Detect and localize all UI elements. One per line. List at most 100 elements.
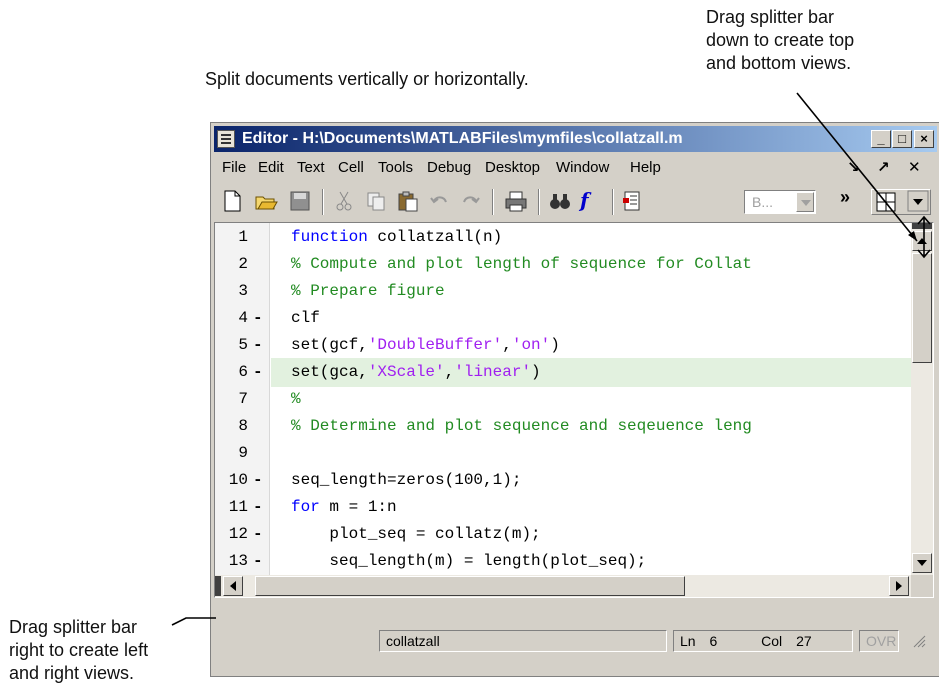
code-line[interactable]: 9 xyxy=(215,439,911,468)
code-token: , xyxy=(444,363,455,381)
callout-line: and bottom views. xyxy=(706,53,852,73)
code-line-text[interactable]: % xyxy=(271,385,911,414)
code-line-text[interactable]: % Determine and plot sequence and seqeue… xyxy=(271,412,911,441)
menu-window[interactable]: Window xyxy=(556,159,609,176)
breakpoint-marker[interactable]: - xyxy=(253,471,263,489)
breakpoint-marker[interactable]: - xyxy=(253,498,263,516)
maximize-button[interactable]: □ xyxy=(892,130,912,148)
close-button[interactable]: × xyxy=(914,130,934,148)
scroll-right-icon[interactable] xyxy=(889,576,909,596)
code-editor[interactable]: 1 function collatzall(n) 2 % Compute and pl… xyxy=(214,222,934,598)
open-folder-icon[interactable] xyxy=(254,189,278,213)
vertical-scrollbar[interactable] xyxy=(911,223,933,575)
string-token: 'XScale' xyxy=(367,363,445,381)
toolbar-overflow-icon[interactable]: » xyxy=(840,187,850,208)
menu-desktop[interactable]: Desktop xyxy=(485,159,540,176)
code-line-text[interactable]: function collatzall(n) xyxy=(271,223,911,252)
horizontal-splitter-bar[interactable] xyxy=(912,223,932,229)
resize-grip-icon[interactable] xyxy=(912,634,926,648)
breakpoint-marker[interactable]: - xyxy=(253,363,263,381)
line-number: 9 xyxy=(238,444,248,462)
breakpoint-marker[interactable]: - xyxy=(253,525,263,543)
save-icon[interactable] xyxy=(288,189,312,213)
code-line[interactable]: 1 function collatzall(n) xyxy=(215,223,911,252)
callout-drag-splitter-right: Drag splitter bar right to create left a… xyxy=(9,616,148,685)
code-line[interactable]: 13- seq_length(m) = length(plot_seq); xyxy=(215,547,911,576)
code-token: seq_length=zeros(100,1); xyxy=(291,471,522,489)
code-line-text[interactable] xyxy=(271,439,911,468)
status-position: Ln 6 Col 27 xyxy=(673,630,853,652)
undo-icon[interactable] xyxy=(428,189,452,213)
copy-icon[interactable] xyxy=(364,189,388,213)
code-line[interactable]: 10- seq_length=zeros(100,1); xyxy=(215,466,911,495)
code-line-text[interactable]: clf xyxy=(271,304,911,333)
horizontal-scrollbar[interactable] xyxy=(215,575,911,597)
breakpoint-marker[interactable]: - xyxy=(253,309,263,327)
keyword-token: for xyxy=(291,498,320,516)
vertical-splitter-bar[interactable] xyxy=(215,576,221,596)
breakpoint-marker[interactable]: - xyxy=(253,552,263,570)
callout-line: Drag splitter bar xyxy=(706,7,835,27)
new-file-icon[interactable] xyxy=(220,189,244,213)
code-line-text[interactable]: for m = 1:n xyxy=(271,493,911,522)
code-line-text[interactable]: set(gca,'XScale','linear') xyxy=(271,358,911,387)
string-token: 'DoubleBuffer' xyxy=(367,336,503,354)
paste-icon[interactable] xyxy=(396,189,420,213)
scroll-up-icon[interactable] xyxy=(912,231,932,251)
menu-debug[interactable]: Debug xyxy=(427,159,471,176)
code-line-text[interactable]: % Compute and plot length of sequence fo… xyxy=(271,250,911,279)
menu-text[interactable]: Text xyxy=(297,159,325,176)
code-line[interactable]: 11- for m = 1:n xyxy=(215,493,911,522)
chevron-down-icon[interactable] xyxy=(796,192,814,212)
code-line-text[interactable]: % Prepare figure xyxy=(271,277,911,306)
split-screen-button[interactable] xyxy=(871,189,931,215)
print-icon[interactable] xyxy=(504,189,528,213)
horizontal-scroll-thumb[interactable] xyxy=(255,576,685,596)
code-line[interactable]: 8 % Determine and plot sequence and seqeu… xyxy=(215,412,911,441)
stack-icon[interactable] xyxy=(620,189,644,213)
line-number: 2 xyxy=(238,255,248,273)
breakpoint-marker[interactable]: - xyxy=(253,336,263,354)
find-icon[interactable] xyxy=(548,189,572,213)
code-line[interactable]: 7% xyxy=(215,385,911,414)
code-line-text[interactable]: seq_length=zeros(100,1); xyxy=(271,466,911,495)
code-token: ) xyxy=(550,336,560,354)
line-number: 12 xyxy=(228,525,248,543)
stack-select-value: B... xyxy=(752,194,774,210)
code-line[interactable]: 2 % Compute and plot length of sequence f… xyxy=(215,250,911,279)
code-line-text[interactable]: set(gcf,'DoubleBuffer','on') xyxy=(271,331,911,360)
menu-edit[interactable]: Edit xyxy=(258,159,284,176)
cut-icon[interactable] xyxy=(332,189,356,213)
code-line[interactable]: 3 % Prepare figure xyxy=(215,277,911,306)
code-line[interactable]: 12- plot_seq = collatz(m); xyxy=(215,520,911,549)
function-icon[interactable]: f xyxy=(580,189,604,213)
code-line[interactable]: 6- set(gca,'XScale','linear') xyxy=(215,358,911,387)
scroll-down-icon[interactable] xyxy=(912,553,932,573)
code-line-text[interactable]: seq_length(m) = length(plot_seq); xyxy=(271,547,911,576)
string-token: 'linear' xyxy=(454,363,532,381)
title-bar[interactable]: Editor - H:\Documents\MATLABFiles\mymfil… xyxy=(214,126,937,152)
undock-icon[interactable]: ↘ xyxy=(847,158,860,176)
redo-icon[interactable] xyxy=(458,189,482,213)
dock-arrow-icon[interactable]: ↗ xyxy=(877,158,890,176)
vertical-scroll-thumb[interactable] xyxy=(912,253,932,363)
menu-cell[interactable]: Cell xyxy=(338,159,364,176)
code-line[interactable]: 4- clf xyxy=(215,304,911,333)
comment-token: % Prepare figure xyxy=(291,282,445,300)
line-number: 10 xyxy=(228,471,248,489)
menu-file[interactable]: File xyxy=(222,159,246,176)
callout-split-documents: Split documents vertically or horizontal… xyxy=(205,68,529,91)
menu-tools[interactable]: Tools xyxy=(378,159,413,176)
close-document-icon[interactable]: ✕ xyxy=(908,158,921,176)
code-line[interactable]: 5- set(gcf,'DoubleBuffer','on') xyxy=(215,331,911,360)
code-token: m = 1:n xyxy=(319,498,397,516)
callout-drag-splitter-down: Drag splitter bar down to create top and… xyxy=(706,6,854,75)
toolbar-separator xyxy=(492,189,494,215)
scroll-left-icon[interactable] xyxy=(223,576,243,596)
code-line-text[interactable]: plot_seq = collatz(m); xyxy=(271,520,911,549)
minimize-button[interactable]: _ xyxy=(871,130,891,148)
menu-help[interactable]: Help xyxy=(630,159,661,176)
line-number: 3 xyxy=(238,282,248,300)
line-number: 11 xyxy=(228,498,248,516)
stack-select[interactable]: B... xyxy=(744,190,816,214)
